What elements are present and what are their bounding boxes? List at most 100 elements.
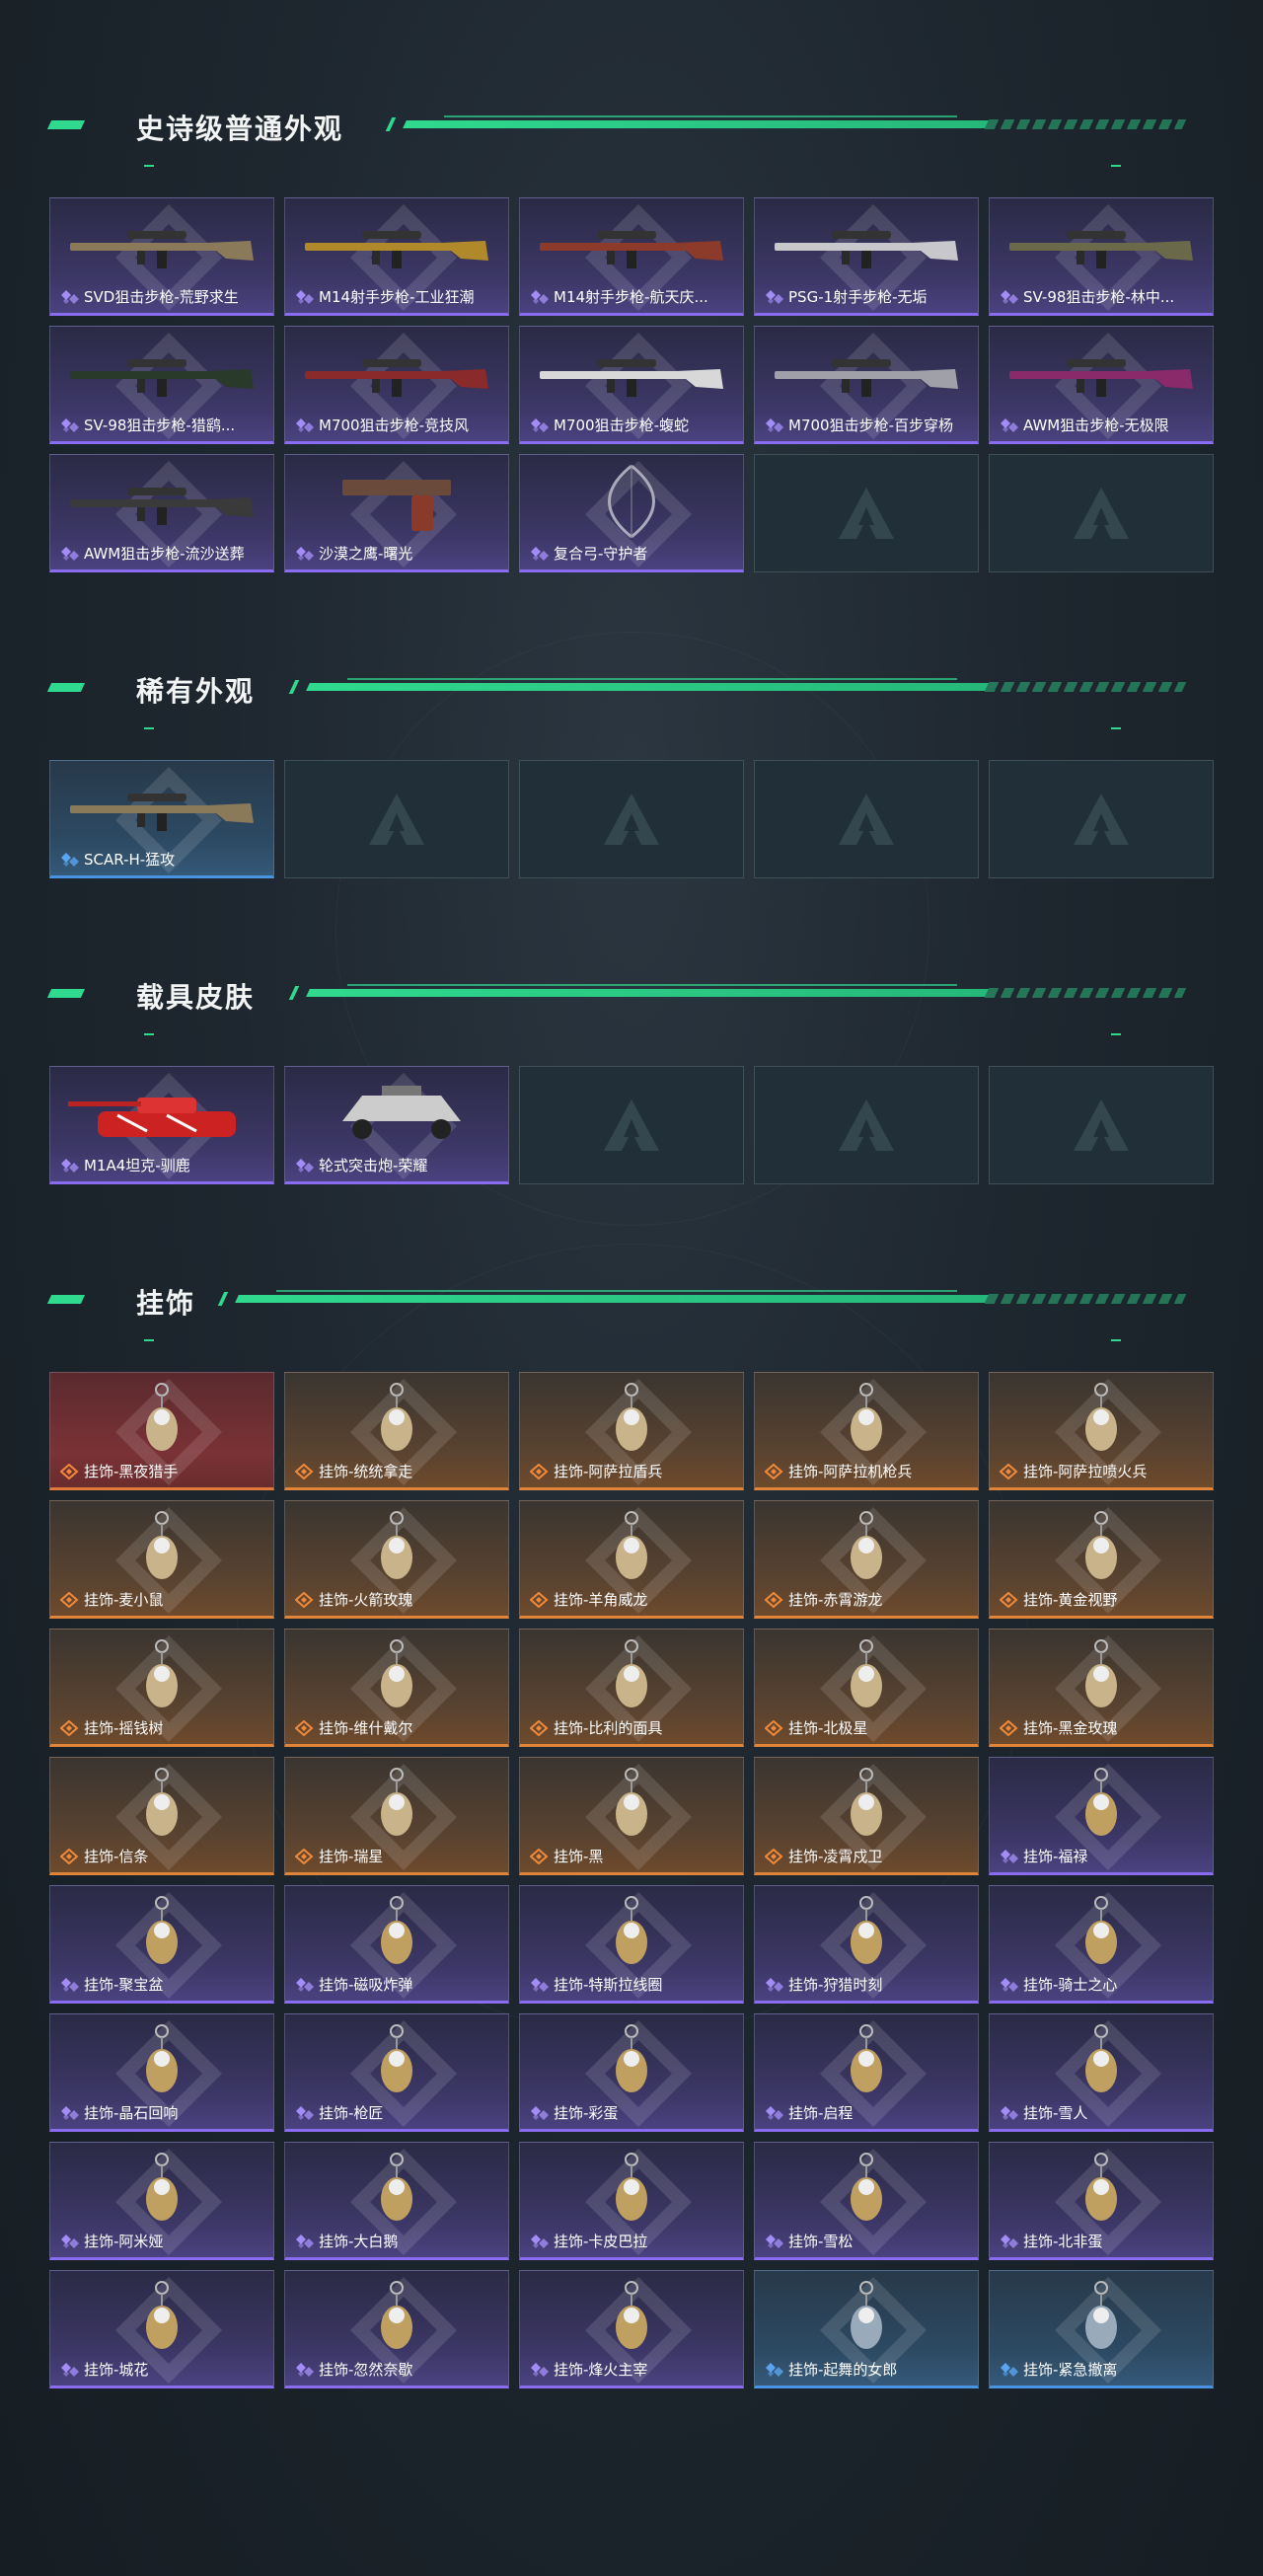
item-card[interactable]: 挂饰-大白鹅 [284, 2142, 509, 2260]
orange-diamond-icon [295, 1591, 314, 1608]
item-card[interactable]: 挂饰-凌霄戍卫 [754, 1757, 979, 1875]
item-name: 挂饰-黄金视野 [1023, 1591, 1118, 1609]
item-name: 挂饰-黑 [554, 1848, 604, 1865]
charm-icon [381, 2153, 412, 2221]
item-card[interactable]: 挂饰-北非蛋 [989, 2142, 1214, 2260]
item-card[interactable]: 挂饰-城花 [49, 2270, 274, 2388]
section-title: 稀有外观 [136, 675, 256, 708]
item-card[interactable]: 挂饰-烽火主宰 [519, 2270, 744, 2388]
header-checker-pattern [984, 1294, 1187, 1304]
item-card[interactable]: 挂饰-摇钱树 [49, 1629, 274, 1747]
item-card[interactable]: M700狙击步枪-蝮蛇 [519, 326, 744, 444]
item-card[interactable]: AWM狙击步枪-流沙送葬 [49, 454, 274, 572]
item-card[interactable]: 挂饰-聚宝盆 [49, 1885, 274, 2004]
item-card[interactable]: 挂饰-黑金玫瑰 [989, 1629, 1214, 1747]
item-card[interactable]: 挂饰-信条 [49, 1757, 274, 1875]
item-card[interactable]: PSG-1射手步枪-无垢 [754, 197, 979, 316]
header-thin-line [347, 678, 957, 680]
item-card[interactable]: 挂饰-瑞星 [284, 1757, 509, 1875]
item-card[interactable]: M14射手步枪-工业狂潮 [284, 197, 509, 316]
item-card[interactable]: 挂饰-比利的面具 [519, 1629, 744, 1747]
section-header: 史诗级普通外观 [46, 104, 1187, 167]
item-card[interactable]: 挂饰-阿萨拉机枪兵 [754, 1372, 979, 1490]
item-card[interactable]: 挂饰-北极星 [754, 1629, 979, 1747]
item-card[interactable]: 挂饰-特斯拉线圈 [519, 1885, 744, 2004]
item-artwork [285, 331, 508, 416]
item-label: 挂饰-雪松 [765, 2231, 972, 2251]
purple-diamond-icon [531, 2234, 549, 2248]
item-artwork [755, 2018, 978, 2103]
item-card[interactable]: 挂饰-赤霄游龙 [754, 1500, 979, 1619]
purple-diamond-icon [61, 417, 79, 432]
item-name: 挂饰-黑金玫瑰 [1023, 1719, 1118, 1737]
item-card[interactable]: 挂饰-起舞的女郎 [754, 2270, 979, 2388]
item-card[interactable]: 挂饰-磁吸炸弹 [284, 1885, 509, 2004]
header-dash [144, 727, 154, 729]
item-label: 挂饰-磁吸炸弹 [295, 1974, 502, 1995]
item-name: 挂饰-紧急撤离 [1023, 2361, 1118, 2379]
item-label: 复合弓-守护者 [530, 543, 737, 564]
item-label: SVD狙击步枪-荒野求生 [60, 286, 267, 307]
item-card[interactable]: 挂饰-羊角威龙 [519, 1500, 744, 1619]
item-card[interactable]: 挂饰-雪松 [754, 2142, 979, 2260]
item-card[interactable]: 挂饰-维什戴尔 [284, 1629, 509, 1747]
item-card[interactable]: 挂饰-晶石回响 [49, 2013, 274, 2132]
item-card[interactable]: SVD狙击步枪-荒野求生 [49, 197, 274, 316]
item-card[interactable]: 挂饰-枪匠 [284, 2013, 509, 2132]
item-card[interactable]: 挂饰-黑夜猎手 [49, 1372, 274, 1490]
item-label: 挂饰-凌霄戍卫 [765, 1846, 972, 1866]
item-card[interactable]: 复合弓-守护者 [519, 454, 744, 572]
item-card[interactable]: 挂饰-阿米娅 [49, 2142, 274, 2260]
item-card[interactable]: 沙漠之鹰-曙光 [284, 454, 509, 572]
item-label: 挂饰-北极星 [765, 1717, 972, 1738]
orange-diamond-icon [1000, 1591, 1018, 1608]
item-card[interactable]: SV-98狙击步枪-猎鹞... [49, 326, 274, 444]
item-card[interactable]: 挂饰-黄金视野 [989, 1500, 1214, 1619]
item-card[interactable]: 挂饰-麦小鼠 [49, 1500, 274, 1619]
item-name: 挂饰-骑士之心 [1023, 1976, 1118, 1994]
empty-slot [519, 760, 744, 878]
game-logo-icon [1072, 792, 1131, 847]
item-card[interactable]: SCAR-H-猛攻 [49, 760, 274, 878]
item-artwork [50, 2275, 273, 2360]
item-card[interactable]: 挂饰-启程 [754, 2013, 979, 2132]
item-card[interactable]: M1A4坦克-驯鹿 [49, 1066, 274, 1184]
blue-diamond-icon [61, 852, 79, 867]
item-label: 挂饰-福禄 [1000, 1846, 1207, 1866]
item-card[interactable]: 挂饰-忽然奈歇 [284, 2270, 509, 2388]
item-card[interactable]: 挂饰-紧急撤离 [989, 2270, 1214, 2388]
item-card[interactable]: 挂饰-骑士之心 [989, 1885, 1214, 2004]
item-card[interactable]: 挂饰-卡皮巴拉 [519, 2142, 744, 2260]
item-card[interactable]: 挂饰-福禄 [989, 1757, 1214, 1875]
item-card[interactable]: AWM狙击步枪-无极限 [989, 326, 1214, 444]
item-artwork [50, 1762, 273, 1847]
item-card[interactable]: M700狙击步枪-竞技风 [284, 326, 509, 444]
item-card[interactable]: M14射手步枪-航天庆... [519, 197, 744, 316]
item-card[interactable]: 挂饰-火箭玫瑰 [284, 1500, 509, 1619]
item-name: 挂饰-特斯拉线圈 [554, 1976, 663, 1994]
item-card[interactable]: SV-98狙击步枪-林中... [989, 197, 1214, 316]
empty-slot [284, 760, 509, 878]
item-artwork [520, 1505, 743, 1590]
item-card[interactable]: 挂饰-彩蛋 [519, 2013, 744, 2132]
item-card[interactable]: 轮式突击炮-荣耀 [284, 1066, 509, 1184]
item-card[interactable]: 挂饰-阿萨拉喷火兵 [989, 1372, 1214, 1490]
item-card[interactable]: 挂饰-统统拿走 [284, 1372, 509, 1490]
header-line [403, 120, 989, 128]
item-name: M700狙击步枪-百步穿杨 [788, 417, 953, 434]
item-card[interactable]: 挂饰-黑 [519, 1757, 744, 1875]
item-label: M700狙击步枪-百步穿杨 [765, 415, 972, 435]
item-name: 挂饰-羊角威龙 [554, 1591, 648, 1609]
item-card[interactable]: 挂饰-阿萨拉盾兵 [519, 1372, 744, 1490]
orange-diamond-icon [765, 1848, 783, 1864]
item-name: 挂饰-卡皮巴拉 [554, 2233, 648, 2250]
item-artwork [50, 1377, 273, 1462]
header-checker-pattern [984, 988, 1187, 998]
charm-icon [616, 2024, 647, 2092]
item-label: 挂饰-枪匠 [295, 2102, 502, 2123]
item-artwork [50, 1633, 273, 1718]
item-card[interactable]: 挂饰-狩猎时刻 [754, 1885, 979, 2004]
item-card[interactable]: 挂饰-雪人 [989, 2013, 1214, 2132]
item-card[interactable]: M700狙击步枪-百步穿杨 [754, 326, 979, 444]
charm-icon [381, 1383, 412, 1451]
